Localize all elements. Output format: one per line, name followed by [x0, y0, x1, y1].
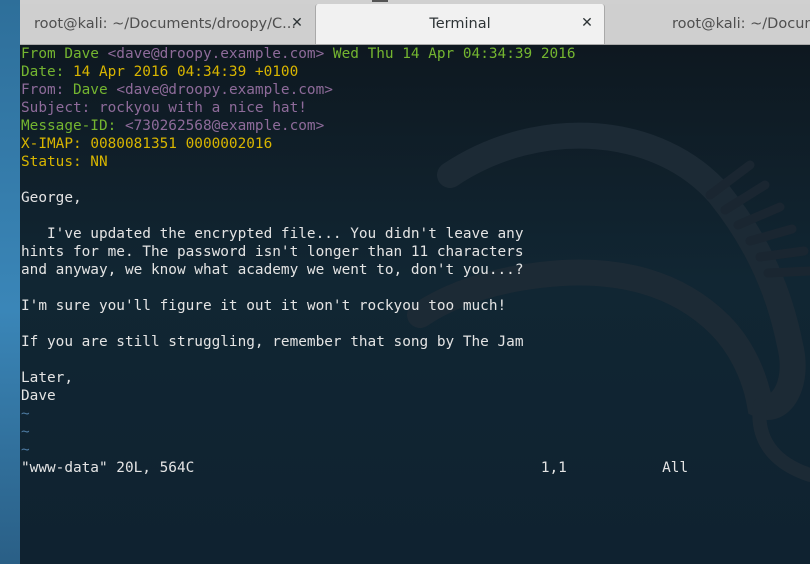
terminal-line: I've updated the encrypted file... You d… — [21, 225, 688, 243]
terminal-line: Date: 14 Apr 2016 04:34:39 +0100 — [21, 63, 688, 81]
terminal-line: Message-ID: <730262568@example.com> — [21, 117, 688, 135]
terminal-text-segment: <730262568@example.com> — [124, 118, 325, 134]
desktop-panel-edge — [0, 0, 20, 564]
terminal-line: ~ — [21, 423, 688, 441]
terminal-text-segment: If you are still struggling, remember th… — [21, 334, 524, 350]
terminal-line: Status: NN — [21, 153, 688, 171]
terminal-line: "www-data" 20L, 564C 1,1 All — [21, 459, 688, 477]
terminal-text-segment: Subject: rockyou with a nice hat! — [21, 100, 307, 116]
terminal-line: George, — [21, 189, 688, 207]
terminal-text-segment: <dave@droopy.example.com> — [107, 46, 325, 62]
tab-title: root@kali: ~/Docum — [672, 16, 810, 32]
terminal-line: Later, — [21, 369, 688, 387]
terminal-line: Dave — [21, 387, 688, 405]
tab-bar: root@kali: ~/Documents/droopy/C... ✕ Ter… — [20, 4, 810, 45]
terminal-text-segment: hints for me. The password isn't longer … — [21, 244, 524, 260]
terminal-content[interactable]: From Dave <dave@droopy.example.com> Wed … — [20, 45, 810, 564]
terminal-window: root@kali: ~/Documents/droopy/C... ✕ Ter… — [20, 0, 810, 564]
terminal-text-segment: George, — [21, 190, 82, 206]
terminal-line: Subject: rockyou with a nice hat! — [21, 99, 688, 117]
terminal-text-segment: ~ — [21, 424, 30, 440]
terminal-text-segment: From Dave — [21, 46, 108, 62]
terminal-line: X-IMAP: 0080081351 0000002016 — [21, 135, 688, 153]
terminal-line: From: Dave <dave@droopy.example.com> — [21, 81, 688, 99]
terminal-text-segment: ~ — [21, 406, 30, 422]
terminal-line: I'm sure you'll figure it out it won't r… — [21, 297, 688, 315]
close-icon[interactable]: ✕ — [578, 14, 596, 32]
terminal-text-segment: X-IMAP: — [21, 136, 91, 152]
terminal-text-segment: Wed Thu 14 Apr 04:34:39 2016 — [324, 46, 576, 62]
terminal-text-segment: and anyway, we know what academy we went… — [21, 262, 524, 278]
terminal-text-lines: From Dave <dave@droopy.example.com> Wed … — [21, 45, 688, 477]
tab-title: root@kali: ~/Documents/droopy/C... — [34, 16, 296, 32]
terminal-text-segment: <dave@droopy.example.com> — [116, 82, 333, 98]
terminal-text-segment: 0080081351 0000002016 — [90, 136, 273, 152]
terminal-text-segment: Date: — [21, 64, 73, 80]
terminal-line: From Dave <dave@droopy.example.com> Wed … — [21, 45, 688, 63]
terminal-line: and anyway, we know what academy we went… — [21, 261, 688, 279]
terminal-line: hints for me. The password isn't longer … — [21, 243, 688, 261]
title-strip-mark — [372, 0, 388, 2]
terminal-text-segment: I've updated the encrypted file... You d… — [21, 226, 524, 242]
terminal-text-segment: ~ — [21, 442, 30, 458]
terminal-text-segment: Dave — [21, 388, 56, 404]
terminal-text-segment: Later, — [21, 370, 73, 386]
terminal-line: ~ — [21, 441, 688, 459]
terminal-line: If you are still struggling, remember th… — [21, 333, 688, 351]
terminal-text-segment: Message-ID: — [21, 118, 125, 134]
terminal-text-segment: 14 Apr 2016 04:34:39 +0100 — [72, 64, 299, 80]
tab-terminal-active[interactable]: Terminal ✕ — [315, 4, 605, 44]
tab-root-kali-droopy[interactable]: root@kali: ~/Documents/droopy/C... ✕ — [20, 4, 315, 44]
terminal-text-segment: Status: NN — [21, 154, 108, 170]
terminal-text-segment: Dave — [72, 82, 117, 98]
terminal-line: ~ — [21, 405, 688, 423]
tab-title: Terminal — [429, 16, 491, 32]
close-icon[interactable]: ✕ — [288, 14, 306, 32]
terminal-text-segment: From: — [21, 82, 73, 98]
terminal-text-segment: I'm sure you'll figure it out it won't r… — [21, 298, 507, 314]
terminal-text-segment: "www-data" 20L, 564C 1,1 All — [21, 460, 689, 476]
tab-root-kali-documents[interactable]: root@kali: ~/Docum — [605, 4, 810, 44]
